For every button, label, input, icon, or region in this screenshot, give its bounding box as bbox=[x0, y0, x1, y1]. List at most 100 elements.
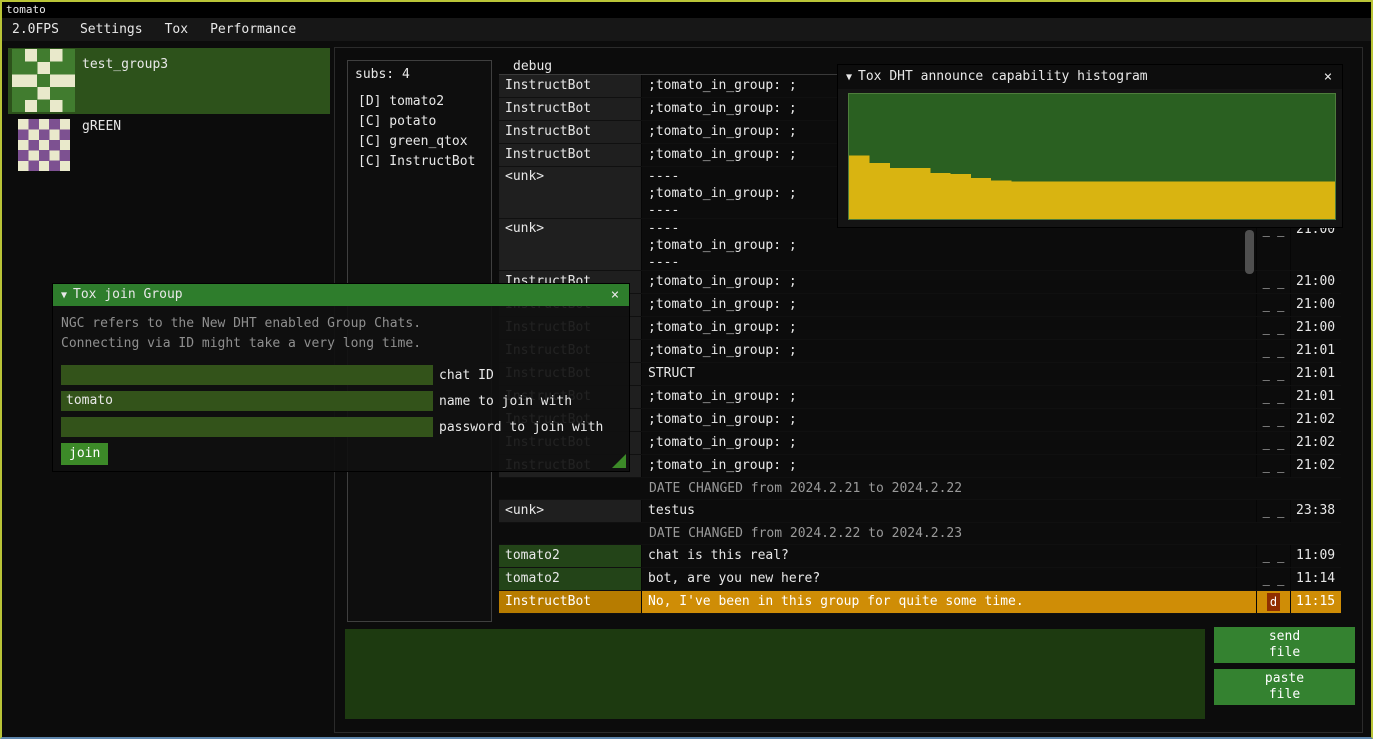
chat-row-author: InstructBot bbox=[499, 121, 642, 143]
chat-row-message: ;tomato_in_group: ; bbox=[642, 455, 1257, 477]
paste-file-button[interactable]: paste file bbox=[1214, 669, 1355, 705]
chat-row-message: ;tomato_in_group: ; bbox=[642, 271, 1257, 293]
chat-date-row: DATE CHANGED from 2024.2.22 to 2024.2.23 bbox=[499, 523, 1341, 545]
chat-row-status: _ _ bbox=[1257, 386, 1291, 408]
chat-row-author: InstructBot bbox=[499, 144, 642, 166]
menu-item-settings[interactable]: Settings bbox=[69, 22, 154, 37]
dht-histogram-plot[interactable] bbox=[848, 93, 1336, 220]
chat-row[interactable]: tomato2bot, are you new here?_ _11:14 bbox=[499, 568, 1341, 591]
chat-row-time: 21:01 bbox=[1291, 340, 1341, 362]
chat-row-time: 11:14 bbox=[1291, 568, 1341, 590]
chat-row-status: _ _ bbox=[1257, 363, 1291, 385]
join-input-password[interactable] bbox=[61, 417, 433, 437]
chat-date-row: DATE CHANGED from 2024.2.21 to 2024.2.22 bbox=[499, 478, 1341, 500]
chat-row-status: _ _ bbox=[1257, 317, 1291, 339]
resize-grip[interactable] bbox=[612, 454, 626, 468]
menu-item-tox[interactable]: Tox bbox=[154, 22, 199, 37]
join-field-row: password to join with bbox=[61, 417, 629, 437]
collapse-arrow-icon[interactable]: ▼ bbox=[846, 72, 852, 83]
sidebar-group-gREEN[interactable]: gREEN bbox=[8, 114, 330, 176]
chat-row-time: 21:00 bbox=[1291, 294, 1341, 316]
chat-row-status: _ _ bbox=[1257, 455, 1291, 477]
chat-row[interactable]: <unk>testus_ _23:38 bbox=[499, 500, 1341, 523]
join-description: NGC refers to the New DHT enabled Group … bbox=[61, 314, 629, 354]
chat-row-author: <unk> bbox=[499, 500, 642, 522]
chat-row-time: 21:01 bbox=[1291, 386, 1341, 408]
group-name: gREEN bbox=[82, 119, 121, 134]
chat-row-time: 21:00 bbox=[1291, 271, 1341, 293]
subs-member[interactable]: [C] green_qtox bbox=[348, 132, 491, 152]
chat-row-message: ;tomato_in_group: ; bbox=[642, 294, 1257, 316]
chat-row-author: tomato2 bbox=[499, 568, 642, 590]
chat-row-time: 21:00 bbox=[1291, 317, 1341, 339]
chat-row-message: ;tomato_in_group: ; bbox=[642, 317, 1257, 339]
chat-row-status: _ _ bbox=[1257, 271, 1291, 293]
chat-row-status: _ _ bbox=[1257, 409, 1291, 431]
subs-header: subs: 4 bbox=[348, 61, 491, 92]
sidebar-group-test_group3[interactable]: test_group3 bbox=[8, 48, 330, 114]
chat-row-message: bot, are you new here? bbox=[642, 568, 1257, 590]
chat-row-author: tomato2 bbox=[499, 545, 642, 567]
join-description-line2: Connecting via ID might take a very long… bbox=[61, 334, 629, 354]
menu-bar: 2.0FPS SettingsToxPerformance bbox=[2, 18, 1371, 41]
chat-row-author: <unk> bbox=[499, 167, 642, 218]
close-icon[interactable]: × bbox=[607, 284, 623, 306]
group-avatar-icon bbox=[18, 119, 70, 171]
fps-counter: 2.0FPS bbox=[10, 22, 69, 37]
join-input-name[interactable]: tomato bbox=[61, 391, 433, 411]
join-input-chat-id-label: chat ID bbox=[439, 368, 494, 383]
subs-member[interactable]: [D] tomato2 bbox=[348, 92, 491, 112]
subs-list: [D] tomato2[C] potato[C] green_qtox[C] I… bbox=[348, 92, 491, 172]
chat-row-author: InstructBot bbox=[499, 75, 642, 97]
chat-row-time: 21:02 bbox=[1291, 409, 1341, 431]
histogram-window-title: Tox DHT announce capability histogram bbox=[858, 69, 1148, 84]
chat-row-message: testus bbox=[642, 500, 1257, 522]
chat-row[interactable]: InstructBotNo, I've been in this group f… bbox=[499, 591, 1341, 614]
chat-row-message: ;tomato_in_group: ; bbox=[642, 386, 1257, 408]
join-input-password-label: password to join with bbox=[439, 420, 603, 435]
menu-item-performance[interactable]: Performance bbox=[199, 22, 307, 37]
chat-row-status: _ _ bbox=[1257, 432, 1291, 454]
join-field-row: chat ID bbox=[61, 365, 629, 385]
chat-row-time: 21:02 bbox=[1291, 455, 1341, 477]
chat-scrollbar[interactable] bbox=[1245, 230, 1254, 274]
chat-row-time: 11:15 bbox=[1291, 591, 1341, 613]
close-icon[interactable]: × bbox=[1320, 65, 1336, 89]
chat-row-time: 23:38 bbox=[1291, 500, 1341, 522]
title-bar: tomato bbox=[2, 2, 1371, 18]
chat-row-time: 21:01 bbox=[1291, 363, 1341, 385]
chat-row-status: _ _ bbox=[1257, 545, 1291, 567]
join-field-row: tomato name to join with bbox=[61, 391, 629, 411]
chat-row-author: <unk> bbox=[499, 219, 642, 270]
chat-row-time: 21:02 bbox=[1291, 432, 1341, 454]
histogram-window-titlebar[interactable]: ▼ Tox DHT announce capability histogram × bbox=[838, 65, 1342, 89]
join-input-name-label: name to join with bbox=[439, 394, 572, 409]
mention-badge: d bbox=[1267, 593, 1280, 611]
date-changed-text: DATE CHANGED from 2024.2.21 to 2024.2.22 bbox=[499, 478, 1341, 499]
dht-histogram-window: ▼ Tox DHT announce capability histogram × bbox=[837, 64, 1343, 228]
chat-row-status: _ _ bbox=[1257, 568, 1291, 590]
tab-debug[interactable]: debug bbox=[499, 59, 566, 74]
chat-row-author: InstructBot bbox=[499, 98, 642, 120]
send-file-button[interactable]: send file bbox=[1214, 627, 1355, 663]
chat-row-status: _ _ bbox=[1257, 500, 1291, 522]
join-group-window: ▼Tox join Group × NGC refers to the New … bbox=[52, 283, 630, 472]
app-window: tomato 2.0FPS SettingsToxPerformance tes… bbox=[0, 0, 1373, 739]
join-window-titlebar[interactable]: ▼Tox join Group × bbox=[53, 284, 629, 306]
group-name: test_group3 bbox=[82, 57, 168, 72]
subs-member[interactable]: [C] InstructBot bbox=[348, 152, 491, 172]
join-fields: chat ID tomato name to join with password t… bbox=[53, 365, 629, 437]
date-changed-text: DATE CHANGED from 2024.2.22 to 2024.2.23 bbox=[499, 523, 1341, 544]
join-button[interactable]: join bbox=[61, 443, 108, 465]
group-avatar-icon bbox=[12, 49, 75, 112]
message-input[interactable] bbox=[345, 629, 1205, 719]
chat-row-message: No, I've been in this group for quite so… bbox=[642, 591, 1257, 613]
chat-row[interactable]: tomato2chat is this real?_ _11:09 bbox=[499, 545, 1341, 568]
chat-row-status: _ _ bbox=[1257, 294, 1291, 316]
collapse-arrow-icon[interactable]: ▼ bbox=[61, 290, 67, 301]
chat-row-message: ;tomato_in_group: ; bbox=[642, 432, 1257, 454]
subs-member[interactable]: [C] potato bbox=[348, 112, 491, 132]
join-input-chat-id[interactable] bbox=[61, 365, 433, 385]
chat-row-message: ;tomato_in_group: ; bbox=[642, 409, 1257, 431]
chat-row-author: InstructBot bbox=[499, 591, 642, 613]
